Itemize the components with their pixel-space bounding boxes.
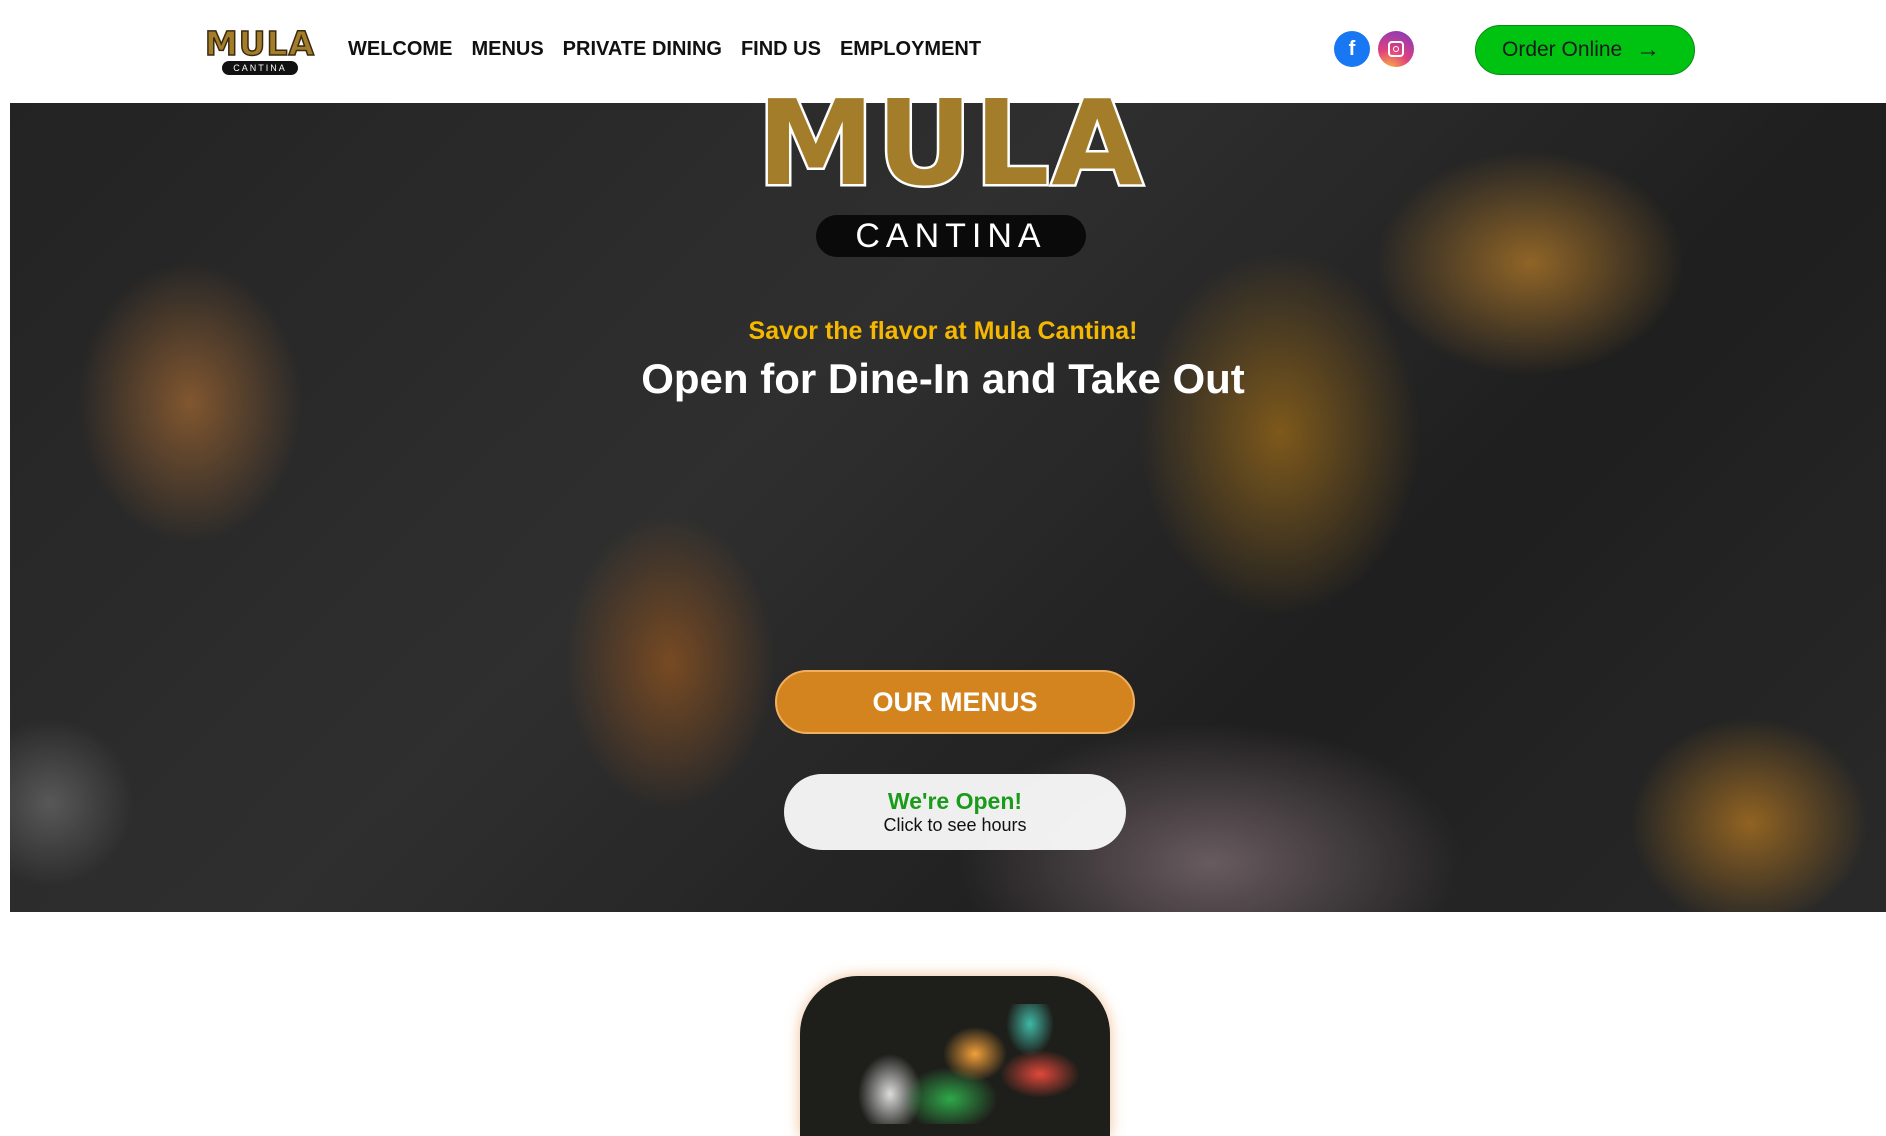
logo-subtitle: CANTINA	[222, 61, 298, 75]
logo-wordmark: MULA	[204, 24, 316, 64]
hero-logo-wordmark: MULA	[755, 74, 1146, 212]
our-menus-button[interactable]: OUR MENUS	[775, 670, 1135, 734]
hero-logo-subtitle: CANTINA	[816, 215, 1086, 257]
instagram-icon	[1388, 41, 1404, 57]
open-status-title: We're Open!	[887, 788, 1023, 814]
nav-employment[interactable]: EMPLOYMENT	[840, 38, 981, 61]
nav-private-dining[interactable]: PRIVATE DINING	[563, 38, 722, 61]
main-nav: WELCOME MENUS PRIVATE DINING FIND US EMP…	[348, 38, 981, 61]
facebook-link[interactable]: f	[1334, 31, 1370, 67]
nav-menus[interactable]: MENUS	[471, 38, 543, 61]
header-logo[interactable]: MULA CANTINA	[196, 24, 324, 75]
order-online-button[interactable]: Order Online →	[1475, 25, 1695, 75]
alebrije-image	[830, 1004, 1090, 1124]
hero-headline: Open for Dine-In and Take Out	[641, 355, 1245, 402]
nav-find-us[interactable]: FIND US	[741, 38, 821, 61]
hero-tagline: Savor the flavor at Mula Cantina!	[748, 317, 1138, 345]
feature-image-card	[800, 976, 1110, 1136]
instagram-link[interactable]	[1378, 31, 1414, 67]
hero-logo: MULA CANTINA	[706, 74, 1196, 278]
order-online-label: Order Online	[1502, 38, 1623, 61]
arrow-right-icon: →	[1636, 36, 1660, 63]
nav-welcome[interactable]: WELCOME	[348, 38, 452, 61]
facebook-icon: f	[1348, 38, 1356, 60]
hours-status-button[interactable]: We're Open! Click to see hours	[784, 774, 1126, 850]
open-status-subtitle: Click to see hours	[883, 815, 1027, 835]
